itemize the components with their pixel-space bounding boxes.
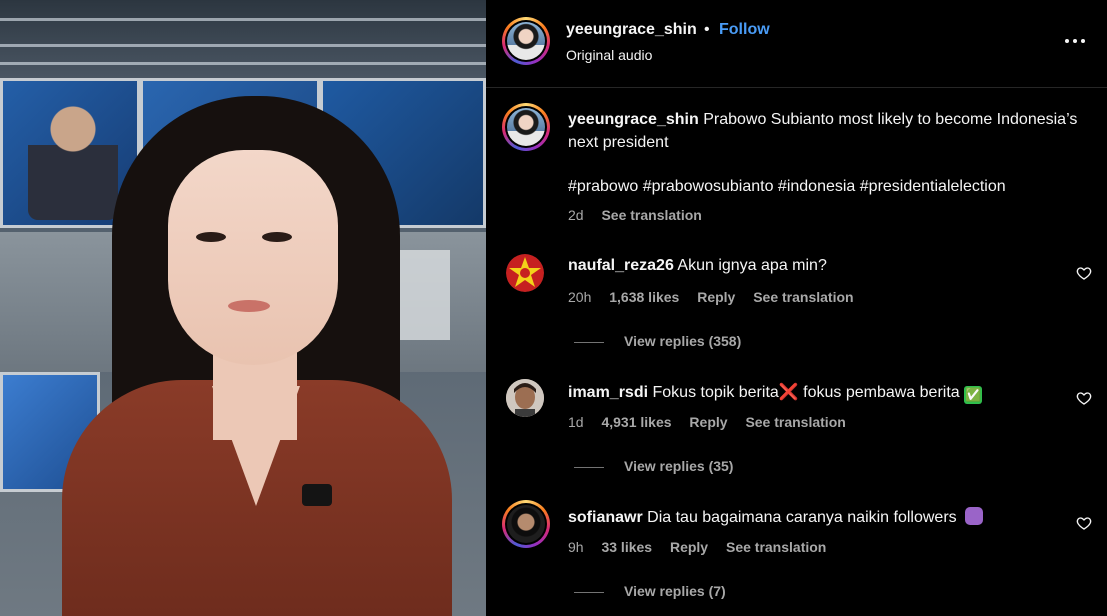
comment-username[interactable]: naufal_reza26 (568, 257, 674, 274)
comment-age: 20h (568, 289, 592, 305)
view-replies-button[interactable]: View replies (7) (574, 583, 726, 599)
original-audio-link[interactable]: Original audio (566, 47, 652, 63)
view-replies-label: View replies (35) (624, 458, 734, 474)
view-replies-button[interactable]: View replies (358) (574, 333, 741, 349)
check-mark-emoji: ✅ (964, 386, 983, 404)
caption-avatar[interactable] (502, 103, 550, 151)
reply-button[interactable]: Reply (670, 539, 708, 555)
more-options-icon[interactable] (1062, 30, 1088, 50)
comment-username[interactable]: imam_rsdi (568, 384, 648, 401)
caption: yeeungrace_shin Prabowo Subianto most li… (568, 108, 1078, 154)
anchor-neckline (212, 386, 300, 506)
heart-icon[interactable] (1076, 390, 1092, 406)
view-replies-label: View replies (358) (624, 333, 742, 349)
star-logo-icon (506, 254, 544, 292)
header-divider (486, 87, 1107, 88)
background-person (28, 90, 118, 220)
comment-text: Akun ignya apa min? (677, 257, 827, 274)
anchor-face (168, 150, 338, 365)
heart-icon[interactable] (1076, 515, 1092, 531)
view-replies-button[interactable]: View replies (35) (574, 458, 733, 474)
see-translation-button[interactable]: See translation (753, 289, 853, 305)
raised-fist-emoji (965, 507, 984, 525)
heart-icon[interactable] (1076, 265, 1092, 281)
comment-likes[interactable]: 1,638 likes (609, 289, 679, 305)
comment-text: Dia tau bagaimana caranya naikin followe… (647, 509, 957, 526)
caption-see-translation[interactable]: See translation (601, 207, 701, 223)
comment-meta: 9h 33 likes Reply See translation (568, 539, 840, 555)
caption-username[interactable]: yeeungrace_shin (568, 111, 699, 128)
comment-likes[interactable]: 33 likes (601, 539, 652, 555)
follow-button[interactable]: Follow (719, 21, 770, 39)
user-photo-icon (506, 379, 544, 417)
comment-age: 1d (568, 414, 584, 430)
lapel-mic (302, 484, 332, 506)
reply-button[interactable]: Reply (697, 289, 735, 305)
replies-dash (574, 466, 604, 468)
comment-avatar-naufal[interactable] (506, 254, 544, 292)
view-replies-label: View replies (7) (624, 583, 726, 599)
caption-age: 2d (568, 207, 584, 223)
author-avatar-image (507, 22, 545, 60)
comment-body: imam_rsdi Fokus topik berita❌ fokus pemb… (568, 382, 983, 404)
comment-body: naufal_reza26 Akun ignya apa min? (568, 257, 827, 275)
caption-meta: 2d See translation (568, 207, 716, 223)
author-username[interactable]: yeeungrace_shin (566, 21, 697, 39)
comment-avatar-sofianawr[interactable] (502, 500, 550, 548)
anchor-lips (228, 300, 270, 312)
comment-text: Fokus topik berita (652, 384, 779, 401)
author-avatar[interactable] (502, 17, 550, 65)
comment-body: sofianawr Dia tau bagaimana caranya naik… (568, 507, 984, 527)
studio-ceiling (0, 0, 486, 78)
reply-button[interactable]: Reply (689, 414, 727, 430)
comment-likes[interactable]: 4,931 likes (601, 414, 671, 430)
caption-hashtags[interactable]: #prabowo #prabowosubianto #indonesia #pr… (568, 176, 1006, 198)
comment-meta: 1d 4,931 likes Reply See translation (568, 414, 860, 430)
see-translation-button[interactable]: See translation (745, 414, 845, 430)
comment-avatar-imam[interactable] (506, 379, 544, 417)
separator-dot: • (704, 21, 710, 38)
replies-dash (574, 591, 604, 593)
reel-video[interactable] (0, 0, 486, 616)
comment-username[interactable]: sofianawr (568, 509, 643, 526)
comment-age: 9h (568, 539, 584, 555)
comment-avatar-image (507, 505, 545, 543)
replies-dash (574, 341, 604, 343)
see-translation-button[interactable]: See translation (726, 539, 826, 555)
comment-text-continued: fokus pembawa berita (798, 384, 965, 401)
caption-avatar-image (507, 108, 545, 146)
cross-mark-emoji: ❌ (778, 384, 799, 401)
anchor-eye (196, 232, 226, 242)
comment-meta: 20h 1,638 likes Reply See translation (568, 289, 868, 305)
anchor-eye (262, 232, 292, 242)
